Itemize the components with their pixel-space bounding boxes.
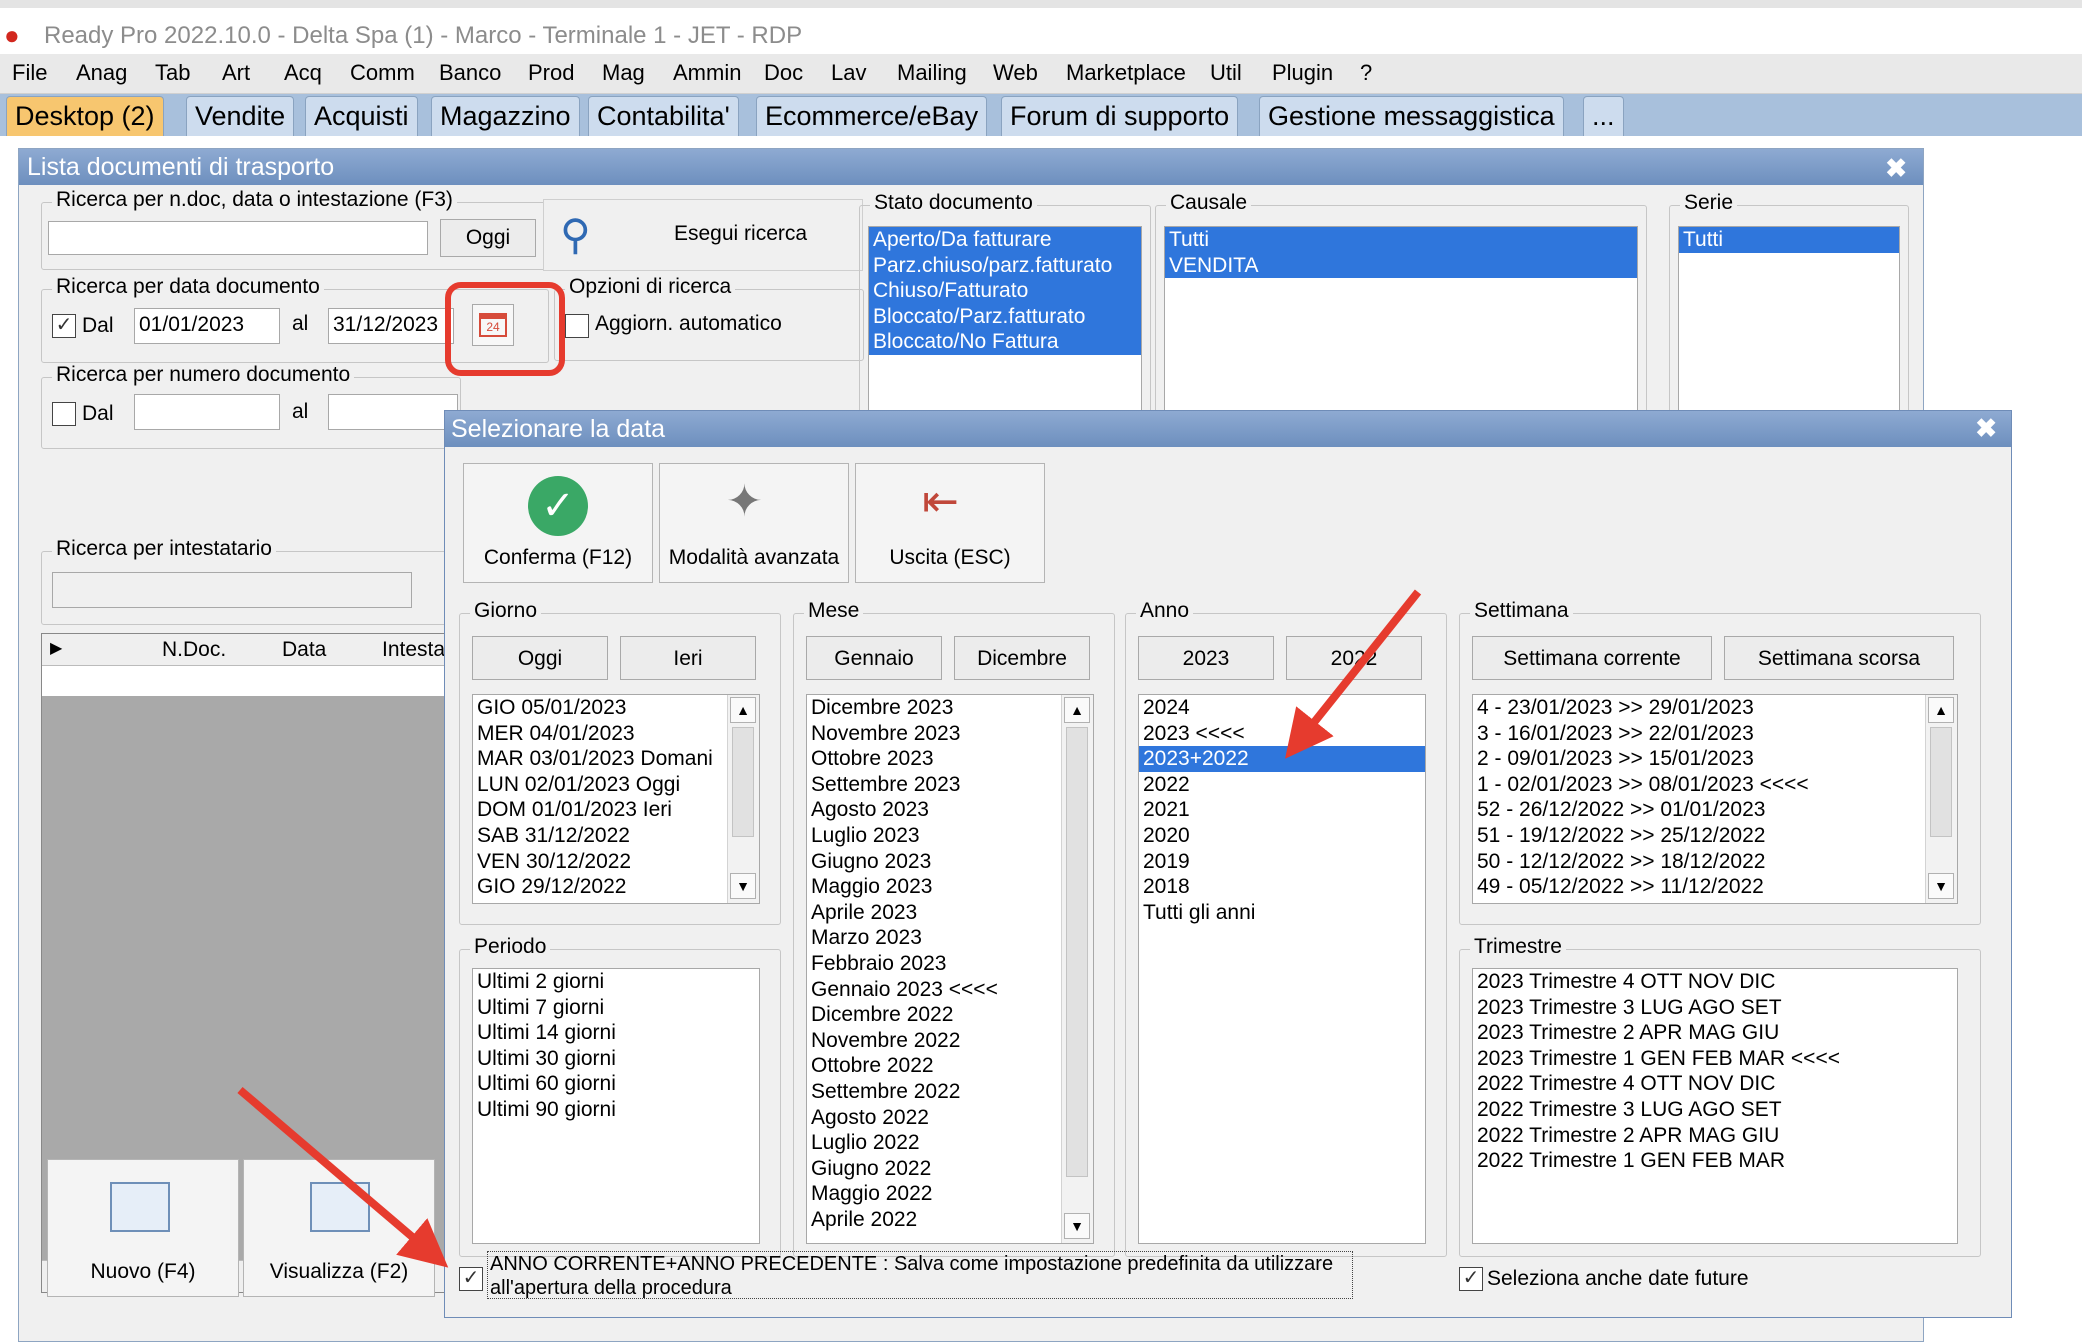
annotation-arrow-year	[1285, 589, 1422, 759]
annotation-arrow-checkbox	[237, 1086, 449, 1268]
annotation-arrows	[237, 589, 1422, 1268]
